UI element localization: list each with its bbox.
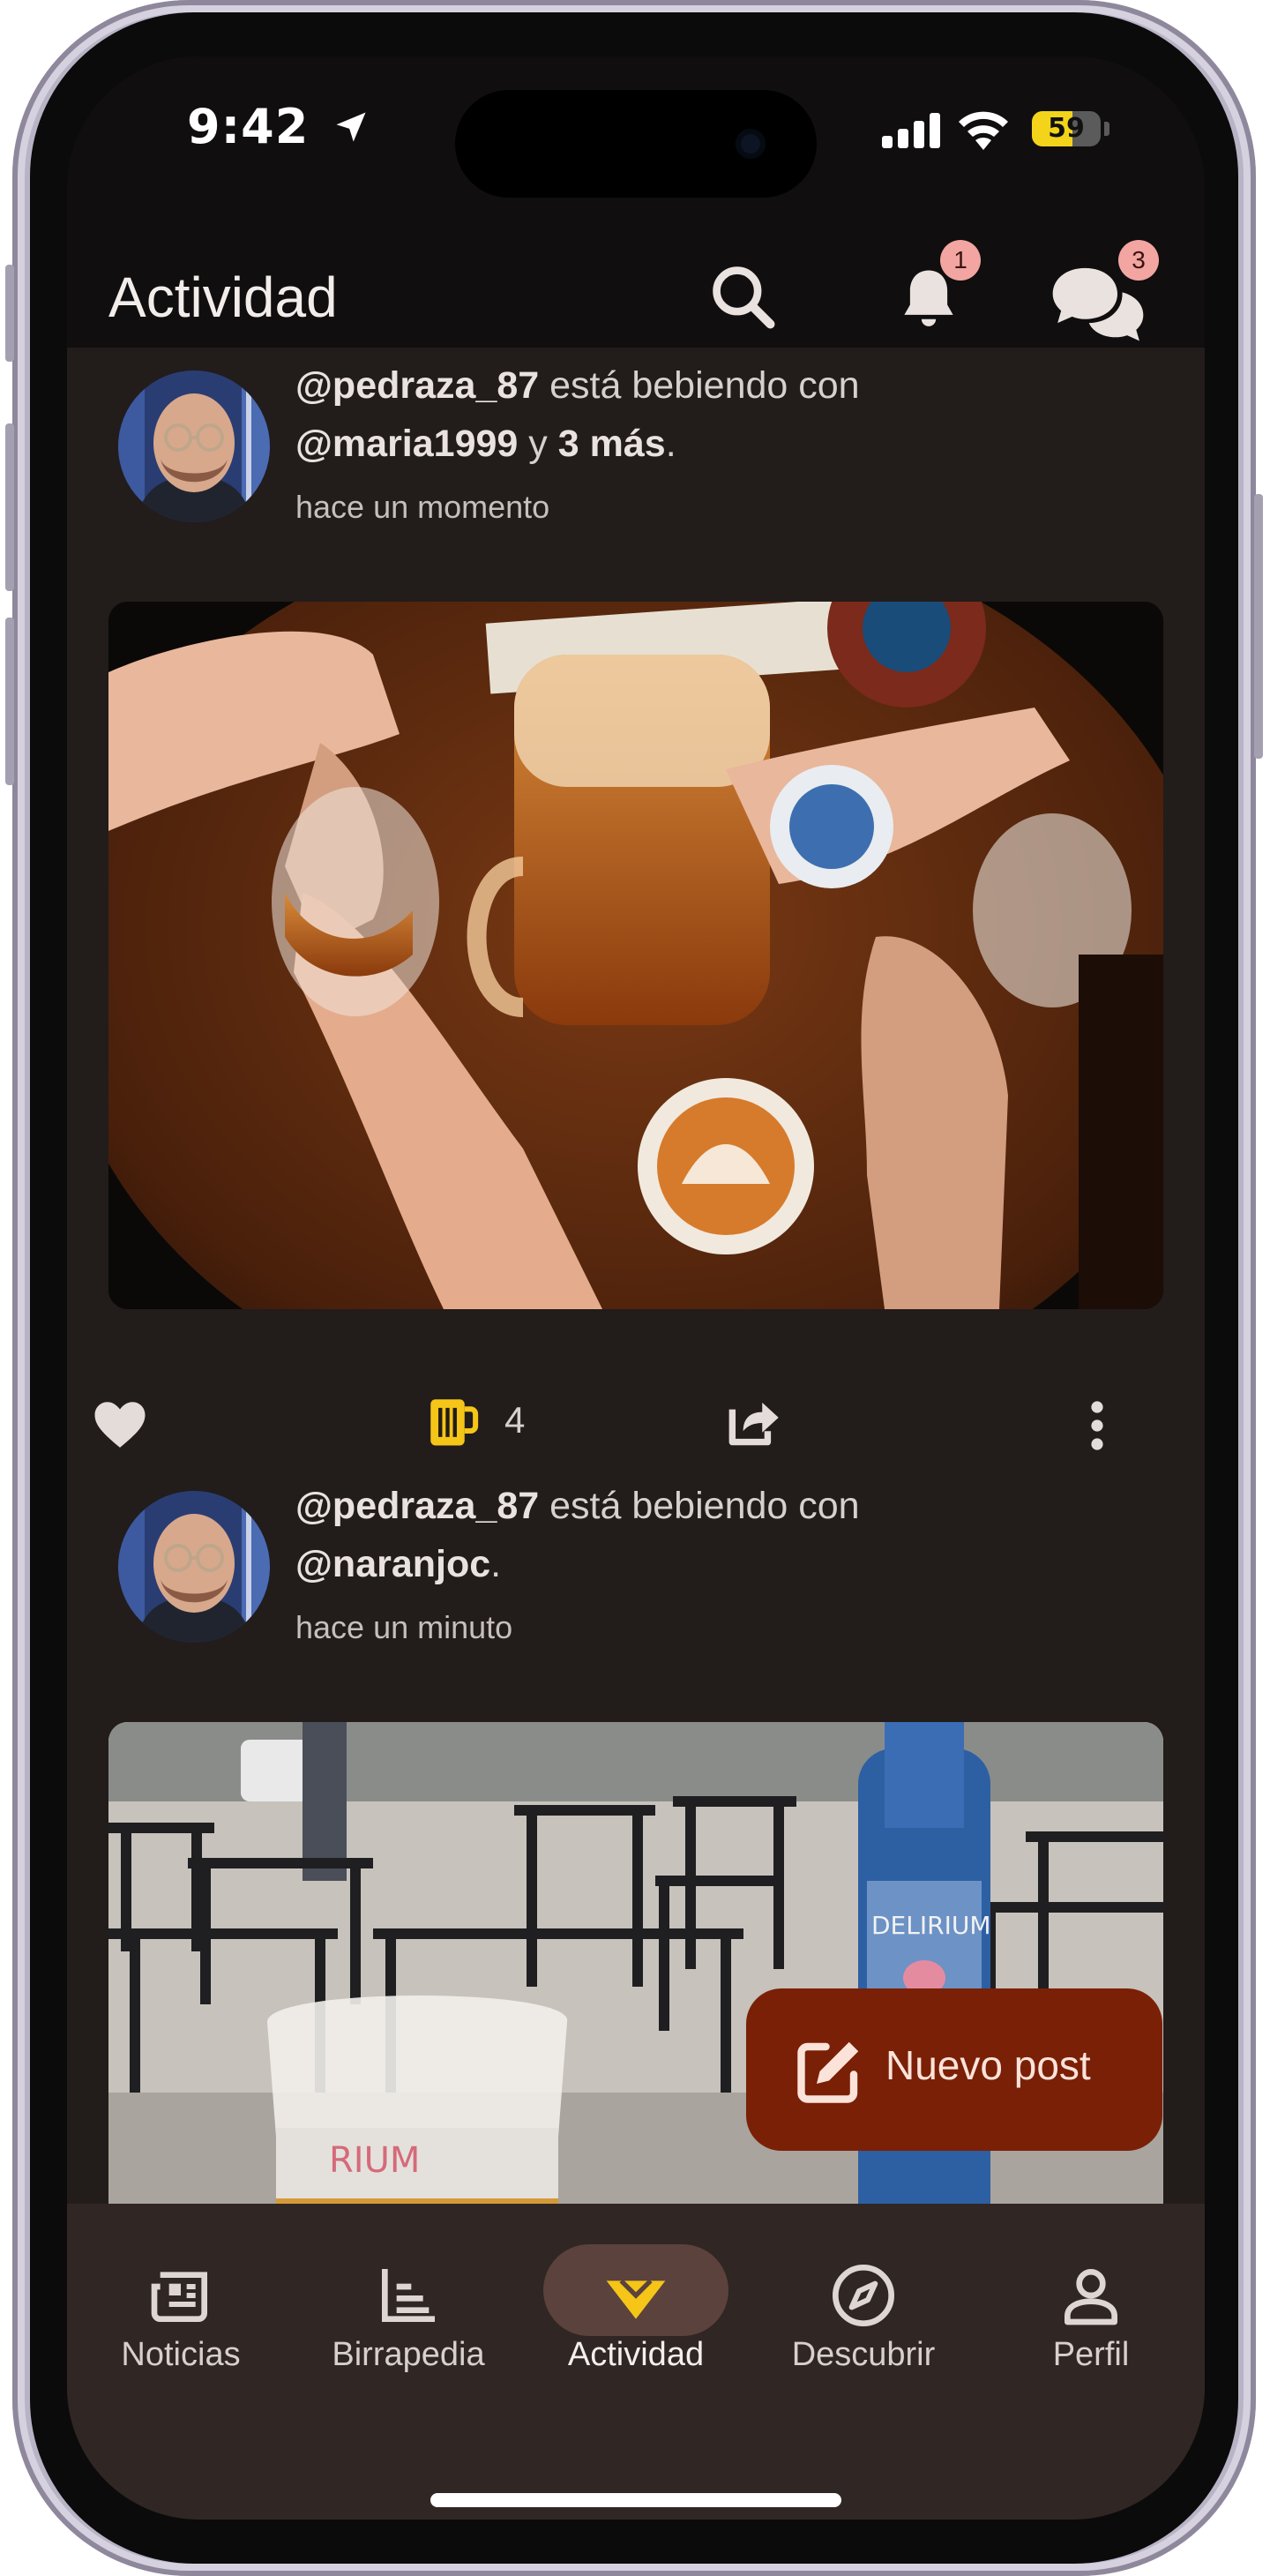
cellular-signal-icon — [882, 113, 940, 148]
phone-screen: 9:42 59 Actividad 1 3 @pedraza_87 está b… — [67, 56, 1205, 2520]
action-button — [5, 265, 14, 362]
power-button — [1254, 494, 1263, 759]
wifi-icon — [959, 111, 1008, 150]
nav-label-descubrir: Descubrir — [791, 2336, 936, 2373]
post-companion-link[interactable]: @naranjoc — [295, 1543, 490, 1585]
edit-icon — [797, 2041, 859, 2103]
post-actions: 4 — [67, 1390, 1205, 1461]
volume-up-button — [5, 423, 14, 591]
page-title: Actividad — [108, 266, 338, 329]
volume-down-button — [5, 618, 14, 785]
home-indicator[interactable] — [430, 2493, 841, 2507]
nav-label-noticias: Noticias — [121, 2336, 241, 2373]
location-arrow-icon — [336, 112, 366, 142]
avatar-photo — [118, 371, 270, 522]
post-companion-link[interactable]: @maria1999 — [295, 423, 518, 465]
post-photo[interactable] — [108, 602, 1163, 1309]
status-bar: 9:42 59 Actividad 1 3 — [67, 56, 1205, 348]
post-author-link[interactable]: @pedraza_87 — [295, 364, 539, 407]
battery-indicator: 59 — [1032, 111, 1101, 146]
avatar-photo — [118, 1491, 270, 1643]
post-description: @pedraza_87 está bebiendo con @maria1999… — [295, 364, 860, 465]
nav-item-perfil[interactable]: Perfil — [977, 2204, 1205, 2398]
notifications-badge: 1 — [940, 240, 981, 281]
search-icon[interactable] — [706, 259, 781, 335]
newspaper-icon — [151, 2272, 207, 2322]
cheers-count: 4 — [504, 1399, 526, 1441]
share-icon[interactable] — [721, 1390, 787, 1456]
nav-item-actividad[interactable]: Actividad — [522, 2204, 750, 2398]
post-others-link[interactable]: 3 más — [558, 423, 666, 465]
post-timestamp: hace un minuto — [295, 1609, 513, 1645]
cheers-button[interactable]: 4 — [423, 1390, 600, 1461]
avatar[interactable] — [118, 371, 270, 522]
post-description: @pedraza_87 está bebiendo con @naranjoc. — [295, 1485, 860, 1585]
like-heart-icon[interactable] — [86, 1390, 153, 1457]
beer-mug-icon — [430, 1399, 479, 1446]
svg-text:RIUM: RIUM — [329, 2140, 420, 2181]
battery-level: 59 — [1048, 113, 1085, 144]
nav-label-actividad: Actividad — [567, 2336, 705, 2373]
post-photo-image — [108, 602, 1163, 1309]
more-options-icon[interactable] — [1081, 1394, 1113, 1457]
new-post-button[interactable]: Nuevo post — [746, 1988, 1162, 2151]
battery-tip — [1104, 122, 1109, 136]
person-icon — [1065, 2269, 1117, 2325]
avatar[interactable] — [118, 1491, 270, 1643]
nav-label-birrapedia: Birrapedia — [332, 2336, 485, 2373]
activity-feed[interactable]: @pedraza_87 está bebiendo con @maria1999… — [67, 348, 1205, 2204]
messages-badge: 3 — [1118, 240, 1159, 281]
svg-text:DELIRIUM: DELIRIUM — [871, 1911, 990, 1940]
nav-item-noticias[interactable]: Noticias — [67, 2204, 295, 2398]
notifications-button[interactable]: 1 — [875, 240, 981, 344]
dynamic-island — [455, 90, 817, 198]
compass-icon — [833, 2265, 894, 2326]
post-author-link[interactable]: @pedraza_87 — [295, 1485, 539, 1527]
messages-button[interactable]: 3 — [1037, 240, 1161, 344]
list-chart-icon — [382, 2269, 435, 2322]
status-time: 9:42 — [187, 99, 370, 154]
bottom-navigation: Noticias Birrapedia Actividad Descubrir … — [67, 2204, 1205, 2520]
nav-item-birrapedia[interactable]: Birrapedia — [295, 2204, 522, 2398]
nav-item-descubrir[interactable]: Descubrir — [750, 2204, 977, 2398]
new-post-label: Nuevo post — [885, 2042, 1091, 2088]
nav-label-perfil: Perfil — [1052, 2336, 1130, 2373]
diamond-logo-icon — [606, 2279, 666, 2319]
post-timestamp: hace un momento — [295, 489, 550, 525]
front-camera — [736, 129, 766, 159]
